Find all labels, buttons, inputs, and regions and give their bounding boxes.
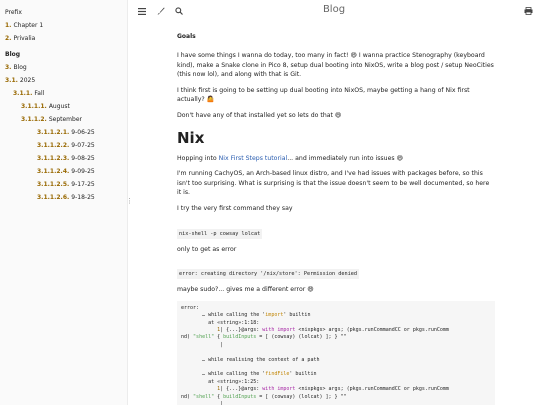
paragraph-nixos-plan: I think first is going to be setting up …: [177, 86, 470, 104]
toc-item-label: Fall: [34, 90, 45, 97]
code-line: … while calling the 'findFile' builtin: [181, 371, 317, 378]
code-line: error:: [181, 304, 200, 311]
paragraph-hopping: Hopping into Nix First Steps tutorial...…: [177, 154, 495, 164]
sidebar-toc: Prefix 1. Chapter 1 2. Privalia Blog 3. Blog 3.1…: [0, 0, 133, 405]
page-title: Blog: [322, 4, 346, 15]
toc-item-number: 3.1.1.1.: [21, 103, 47, 110]
code-nix-shell-command: nix-shell -p cowsay lolcat: [177, 228, 263, 239]
toc-item-number: 3.: [5, 64, 12, 71]
toc-item[interactable]: 3.1.1.2.2. 9-07-25: [0, 142, 127, 150]
toc-item[interactable]: 3.1. 2025: [0, 77, 127, 85]
toc-item-label: August: [48, 103, 70, 110]
toc-item-label: 2025: [19, 77, 36, 84]
toc-item[interactable]: 3.1.1. Fall: [0, 90, 127, 98]
error-codeblock: error: … while calling the 'import' buil…: [177, 300, 495, 405]
toc-item[interactable]: 1. Chapter 1: [0, 22, 127, 30]
toc-item[interactable]: 3.1.1.2.4. 9-09-25: [0, 168, 127, 176]
toc-item-label: 9-06-25: [71, 129, 95, 136]
code-line: … while realising the context of a path: [181, 356, 320, 363]
toc-item-label: 9-17-25: [71, 181, 95, 188]
code-line: at «string»:1:25:: [181, 378, 260, 385]
paragraph-first-command: I try the very first command they say: [177, 204, 293, 212]
toc-item[interactable]: 3.1.1.2.3. 9-08-25: [0, 155, 127, 163]
toolbar: Blog: [128, 0, 540, 22]
toc-item-label: 9-18-25: [71, 194, 95, 201]
sidebar-resize-handle[interactable]: ⋮: [126, 197, 133, 205]
code-line: |: [181, 401, 224, 405]
paragraph-error-intro: only to get as error: [177, 245, 237, 253]
toc-item[interactable]: 2. Privalia: [0, 35, 127, 43]
print-icon[interactable]: [522, 5, 534, 17]
paragraph-sudo: maybe sudo?... gives me a different erro…: [177, 286, 314, 294]
toc-item-number: 3.1.1.2.: [21, 116, 47, 123]
toc-item[interactable]: 3.1.1.2.5. 9-17-25: [0, 181, 127, 189]
paragraph-goals: I have some things I wanna do today, too…: [177, 52, 494, 79]
toc-item-number: 2.: [5, 35, 12, 42]
toc-item-label: Prefix: [5, 9, 22, 16]
article: Goals I have some things I wanna do toda…: [177, 33, 495, 405]
paragraph-cachyos: I'm running CachyOS, an Arch-based linux…: [177, 170, 490, 197]
nix-heading: Nix: [177, 128, 205, 147]
hopping-text-post: ... and immediately run into issues 😄: [287, 154, 404, 162]
code-line: |: [181, 341, 224, 348]
toc-list: Prefix 1. Chapter 1 2. Privalia Blog 3. Blog 3.1…: [0, 0, 127, 202]
toc-item-label: 9-07-25: [71, 142, 95, 149]
hopping-text-pre: Hopping into: [177, 154, 219, 162]
code-line: … while calling the 'import' builtin: [181, 312, 311, 319]
toc-item-label: Privalia: [13, 35, 36, 42]
paragraph-install: Don't have any of that installed yet so …: [177, 111, 342, 119]
nix-first-steps-link[interactable]: Nix First Steps tutorial: [219, 155, 288, 162]
toc-item-label: Blog: [5, 51, 21, 58]
toc-item-number: 3.1.1.2.1.: [37, 129, 70, 136]
toc-item-number: 3.1.1.2.6.: [37, 194, 70, 201]
toc-item[interactable]: 3. Blog: [0, 64, 127, 72]
toc-item-number: 3.1.1.: [13, 90, 33, 97]
toc-item-number: 3.1.1.2.5.: [37, 181, 70, 188]
toc-item[interactable]: 3.1.1.2. September: [0, 116, 127, 124]
toc-item-label: 9-08-25: [71, 155, 95, 162]
toc-item-number: 3.1.: [5, 77, 18, 84]
toc-item[interactable]: 3.1.1.1. August: [0, 103, 127, 111]
toc-item[interactable]: 3.1.1.2.6. 9-18-25: [0, 194, 127, 202]
code-line: 1| {...}@args: with import <nixpkgs> arg…: [217, 326, 449, 333]
toc-item[interactable]: 3.1.1.2.1. 9-06-25: [0, 129, 127, 137]
toc-item[interactable]: Prefix: [0, 9, 127, 17]
code-line: nd) "shell" { buildInputs = [ (cowsay) (…: [181, 393, 347, 400]
code-line: 1| {...}@args: with import <nixpkgs> arg…: [217, 386, 449, 393]
toc-item-label: Blog: [13, 64, 27, 71]
toc-item-number: 3.1.1.2.2.: [37, 142, 70, 149]
toc-item-label: September: [48, 116, 82, 123]
toc-item-number: 3.1.1.2.3.: [37, 155, 70, 162]
toc-item-number: 1.: [5, 22, 12, 29]
code-line: at «string»:1:18:: [181, 319, 260, 326]
toc-item-label: 9-09-25: [71, 168, 95, 175]
toc-item-label: Chapter 1: [13, 22, 44, 29]
goals-heading: Goals: [177, 33, 196, 40]
code-permission-error: error: creating directory '/nix/store': …: [177, 269, 360, 280]
toc-item[interactable]: Blog: [0, 51, 127, 59]
toc-item-number: 3.1.1.2.4.: [37, 168, 70, 175]
code-line: nd) "shell" { buildInputs = [ (cowsay) (…: [181, 334, 347, 341]
